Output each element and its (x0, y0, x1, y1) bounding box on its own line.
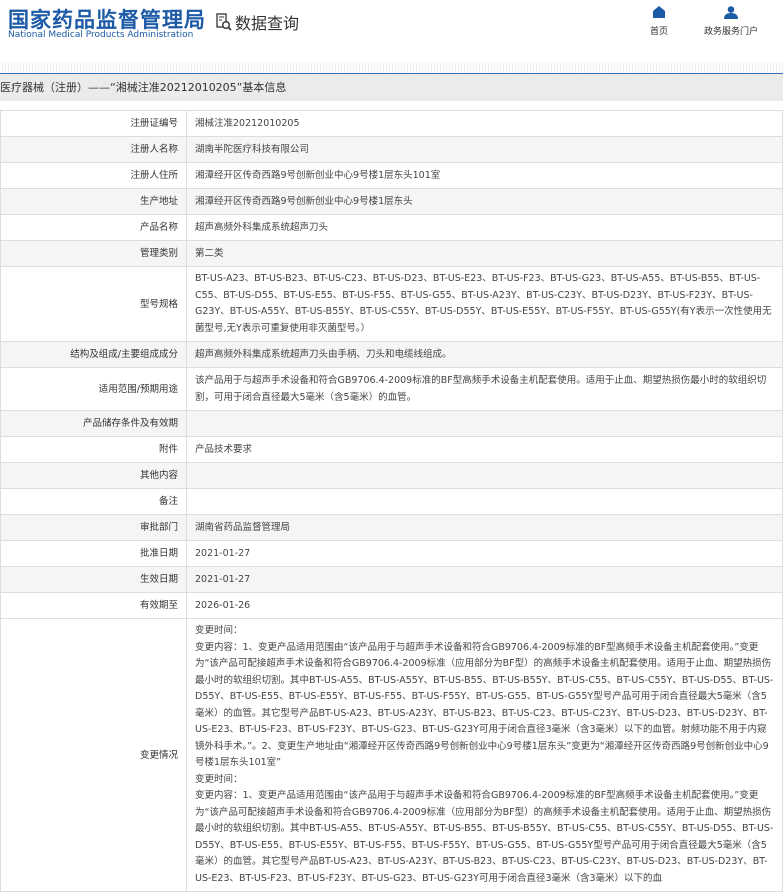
table-row: 备注 (0, 488, 783, 515)
change-time: 变更时间： (195, 773, 243, 785)
site-header: 国家药品监督管理局 National Medical Products Admi… (0, 0, 783, 62)
row-label: 结构及组成/主要组成成分 (0, 341, 187, 368)
row-label: 备注 (0, 488, 187, 515)
row-label: 生产地址 (0, 188, 187, 215)
document-search-icon (216, 13, 232, 31)
row-value: 湘潭经开区传奇西路9号创新创业中心9号楼1层东头 (186, 188, 783, 215)
table-row: 注册人住所 湘潭经开区传奇西路9号创新创业中心9号楼1层东头101室 (0, 162, 783, 189)
row-value: 产品技术要求 (186, 436, 783, 463)
row-label: 注册人名称 (0, 136, 187, 163)
change-content: 变更内容：1、变更产品适用范围由“该产品用于与超声手术设备和符合GB9706.4… (195, 641, 774, 769)
table-row: 结构及组成/主要组成成分 超声高频外科集成系统超声刀头由手柄、刀头和电缆线组成。 (0, 341, 783, 368)
row-label: 附件 (0, 436, 187, 463)
home-icon (650, 6, 668, 24)
row-value: 湘械注准20212010205 (186, 110, 783, 137)
table-row: 型号规格 BT-US-A23、BT-US-B23、BT-US-C23、BT-US-… (0, 266, 783, 342)
row-label: 产品储存条件及有效期 (0, 410, 187, 437)
row-label: 管理类别 (0, 240, 187, 267)
table-row: 管理类别 第二类 (0, 240, 783, 267)
row-label: 适用范围/预期用途 (0, 367, 187, 411)
table-row: 生产地址 湘潭经开区传奇西路9号创新创业中心9号楼1层东头 (0, 188, 783, 215)
row-value: 湘潭经开区传奇西路9号创新创业中心9号楼1层东头101室 (186, 162, 783, 189)
table-row: 其他内容 (0, 462, 783, 489)
table-row: 有效期至 2026-01-26 (0, 592, 783, 619)
table-row: 附件 产品技术要求 (0, 436, 783, 463)
table-row: 批准日期 2021-01-27 (0, 540, 783, 567)
row-value (186, 410, 783, 437)
row-value: 湖南半陀医疗科技有限公司 (186, 136, 783, 163)
row-value: 2026-01-26 (186, 592, 783, 619)
row-value: 超声高频外科集成系统超声刀头 (186, 214, 783, 241)
row-label: 批准日期 (0, 540, 187, 567)
nav-portal[interactable]: 政务服务门户 (704, 6, 758, 37)
row-value: 2021-01-27 (186, 566, 783, 593)
table-row: 审批部门 湖南省药品监督管理局 (0, 514, 783, 541)
row-value: 变更时间： 变更内容：1、变更产品适用范围由“该产品用于与超声手术设备和符合GB9… (186, 618, 783, 892)
row-label: 产品名称 (0, 214, 187, 241)
row-label: 其他内容 (0, 462, 187, 489)
row-label: 注册人住所 (0, 162, 187, 189)
table-row: 生效日期 2021-01-27 (0, 566, 783, 593)
row-value: 湖南省药品监督管理局 (186, 514, 783, 541)
table-row-changes: 变更情况 变更时间： 变更内容：1、变更产品适用范围由“该产品用于与超声手术设备和符… (0, 618, 783, 892)
table-row: 产品储存条件及有效期 (0, 410, 783, 437)
nav-home-label: 首页 (650, 27, 669, 37)
detail-table: 注册证编号 湘械注准20212010205 注册人名称 湖南半陀医疗科技有限公司 注册人… (0, 110, 783, 892)
row-label: 变更情况 (0, 618, 187, 892)
nav-portal-label: 政务服务门户 (704, 27, 759, 37)
row-value (186, 488, 783, 515)
row-label: 审批部门 (0, 514, 187, 541)
row-value: 2021-01-27 (186, 540, 783, 567)
nav-home[interactable]: 首页 (650, 6, 668, 37)
table-row: 产品名称 超声高频外科集成系统超声刀头 (0, 214, 783, 241)
change-content: 变更内容：1、变更产品适用范围由“该产品用于与超声手术设备和符合GB9706.4… (195, 790, 774, 884)
site-logo-en: National Medical Products Administration (8, 30, 194, 40)
row-value: 第二类 (186, 240, 783, 267)
user-icon (704, 6, 758, 24)
table-row: 注册证编号 湘械注准20212010205 (0, 110, 783, 137)
row-value: BT-US-A23、BT-US-B23、BT-US-C23、BT-US-D23、… (186, 266, 783, 342)
row-value: 该产品用于与超声手术设备和符合GB9706.4-2009标准的BF型高频手术设备… (186, 367, 783, 411)
table-row: 注册人名称 湖南半陀医疗科技有限公司 (0, 136, 783, 163)
row-label: 有效期至 (0, 592, 187, 619)
breadcrumb: 医疗器械（注册）——“湘械注准20212010205”基本信息 (0, 74, 783, 101)
change-time: 变更时间： (195, 625, 243, 636)
row-value (186, 462, 783, 489)
data-query-title[interactable]: 数据查询 (216, 10, 299, 34)
header-divider (0, 62, 783, 74)
row-value: 超声高频外科集成系统超声刀头由手柄、刀头和电缆线组成。 (186, 341, 783, 368)
row-label: 生效日期 (0, 566, 187, 593)
table-row: 适用范围/预期用途 该产品用于与超声手术设备和符合GB9706.4-2009标准的… (0, 367, 783, 411)
row-label: 型号规格 (0, 266, 187, 342)
row-label: 注册证编号 (0, 110, 187, 137)
section-title: 数据查询 (235, 14, 300, 33)
